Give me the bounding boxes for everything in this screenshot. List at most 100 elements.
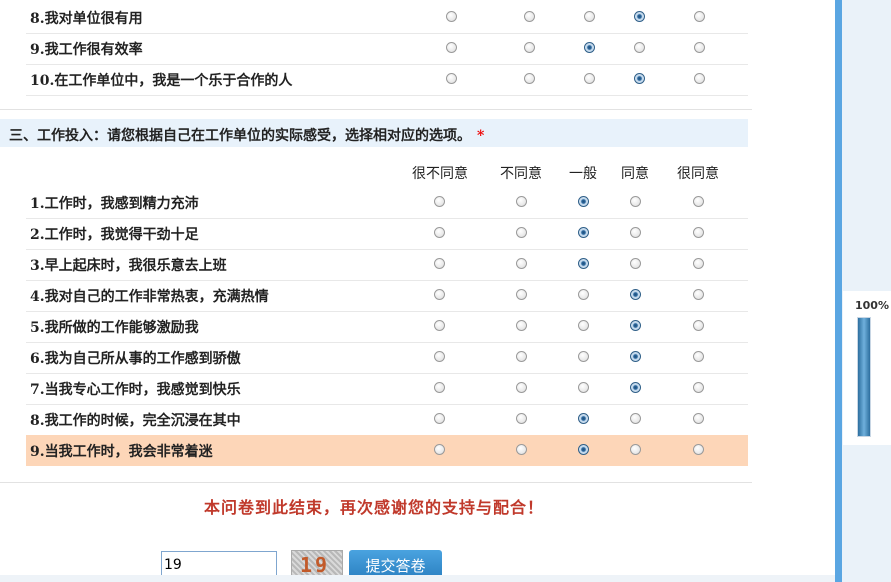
answer-radio[interactable] (516, 258, 527, 269)
answer-radio[interactable] (434, 444, 445, 455)
answer-radio[interactable] (630, 351, 641, 362)
section-divider (0, 109, 752, 110)
answer-radio[interactable] (578, 227, 589, 238)
answer-radio[interactable] (434, 258, 445, 269)
progress-bar-fill (858, 318, 870, 436)
question-label: 8.我对单位很有用 (30, 11, 143, 27)
answer-radio[interactable] (434, 382, 445, 393)
answer-radio[interactable] (524, 42, 535, 53)
question-row: 5.我所做的工作能够激励我 (26, 311, 748, 343)
question-label: 6.我为自己所从事的工作感到骄傲 (30, 351, 241, 367)
answer-radio[interactable] (630, 320, 641, 331)
answer-radio[interactable] (693, 413, 704, 424)
question-row: 3.早上起床时，我很乐意去上班 (26, 249, 748, 281)
answer-radio[interactable] (578, 413, 589, 424)
answer-radio[interactable] (578, 382, 589, 393)
answer-radio[interactable] (584, 73, 595, 84)
answer-radio[interactable] (434, 227, 445, 238)
answer-radio[interactable] (584, 42, 595, 53)
answer-radio[interactable] (516, 444, 527, 455)
section-header: 三、工作投入：请您根据自己在工作单位的实际感受，选择相对应的选项。 * (0, 119, 748, 147)
question-label: 8.我工作的时候，完全沉浸在其中 (30, 413, 241, 429)
answer-radio[interactable] (694, 11, 705, 22)
question-label: 9.我工作很有效率 (30, 42, 143, 58)
answer-radio[interactable] (434, 289, 445, 300)
answer-radio[interactable] (693, 258, 704, 269)
answer-radio[interactable] (446, 73, 457, 84)
answer-radio[interactable] (630, 196, 641, 207)
answer-radio[interactable] (516, 227, 527, 238)
answer-radio[interactable] (693, 289, 704, 300)
answer-radio[interactable] (516, 196, 527, 207)
answer-radio[interactable] (446, 42, 457, 53)
question-label: 10.在工作单位中，我是一个乐于合作的人 (30, 73, 293, 89)
question-label: 2.工作时，我觉得干劲十足 (30, 227, 199, 243)
sidebar-accent-bar (835, 0, 842, 582)
question-label: 3.早上起床时，我很乐意去上班 (30, 258, 227, 274)
answer-radio[interactable] (434, 413, 445, 424)
answer-radio[interactable] (516, 351, 527, 362)
answer-radio[interactable] (578, 196, 589, 207)
option-header: 一般 (569, 166, 597, 182)
option-header: 不同意 (500, 166, 542, 182)
answer-radio[interactable] (630, 258, 641, 269)
answer-radio[interactable] (634, 11, 645, 22)
answer-radio[interactable] (630, 413, 641, 424)
question-row: 8.我工作的时候，完全沉浸在其中 (26, 404, 748, 436)
progress-percent: 100% (855, 299, 889, 312)
answer-radio[interactable] (693, 351, 704, 362)
question-row: 1.工作时，我感到精力充沛 (26, 187, 748, 219)
answer-radio[interactable] (516, 413, 527, 424)
required-mark: * (477, 128, 485, 144)
section-divider (0, 482, 752, 483)
captcha-image[interactable]: 19 (291, 550, 343, 578)
answer-radio[interactable] (578, 320, 589, 331)
answer-radio[interactable] (516, 320, 527, 331)
answer-radio[interactable] (693, 196, 704, 207)
bottom-border (0, 575, 836, 582)
answer-radio[interactable] (524, 73, 535, 84)
answer-radio[interactable] (578, 258, 589, 269)
answer-radio[interactable] (693, 320, 704, 331)
question-label: 4.我对自己的工作非常热衷，充满热情 (30, 289, 269, 305)
answer-radio[interactable] (630, 289, 641, 300)
answer-radio[interactable] (630, 227, 641, 238)
answer-radio[interactable] (693, 227, 704, 238)
answer-radio[interactable] (584, 11, 595, 22)
answer-radio[interactable] (694, 73, 705, 84)
question-label: 1.工作时，我感到精力充沛 (30, 196, 199, 212)
answer-radio[interactable] (446, 11, 457, 22)
question-label: 5.我所做的工作能够激励我 (30, 320, 199, 336)
question-label: 7.当我专心工作时，我感觉到快乐 (30, 382, 241, 398)
answer-radio[interactable] (516, 289, 527, 300)
survey-page: 8.我对单位很有用 9.我工作很有效率 10.在工作单位中，我是一个乐于合作的人 三… (0, 0, 836, 582)
answer-radio[interactable] (578, 444, 589, 455)
question-row: 9.当我工作时，我会非常着迷 (26, 435, 748, 466)
question-row: 6.我为自己所从事的工作感到骄傲 (26, 342, 748, 374)
answer-radio[interactable] (578, 289, 589, 300)
section-title: 三、工作投入：请您根据自己在工作单位的实际感受，选择相对应的选项。 * (9, 128, 485, 144)
answer-radio[interactable] (630, 382, 641, 393)
answer-radio[interactable] (434, 196, 445, 207)
answer-radio[interactable] (694, 42, 705, 53)
option-header: 很不同意 (412, 166, 468, 182)
answer-radio[interactable] (693, 444, 704, 455)
answer-radio[interactable] (634, 73, 645, 84)
question-row: 4.我对自己的工作非常热衷，充满热情 (26, 280, 748, 312)
progress-panel: 100% (843, 291, 891, 445)
answer-radio[interactable] (693, 382, 704, 393)
question-label: 9.当我工作时，我会非常着迷 (30, 444, 213, 460)
answer-radio[interactable] (634, 42, 645, 53)
answer-radio[interactable] (516, 382, 527, 393)
question-row: 2.工作时，我觉得干劲十足 (26, 218, 748, 250)
option-header: 同意 (621, 166, 649, 182)
question-row: 10.在工作单位中，我是一个乐于合作的人 (26, 64, 748, 96)
question-row: 7.当我专心工作时，我感觉到快乐 (26, 373, 748, 405)
question-row: 8.我对单位很有用 (26, 2, 748, 34)
answer-radio[interactable] (434, 320, 445, 331)
answer-radio[interactable] (578, 351, 589, 362)
answer-radio[interactable] (434, 351, 445, 362)
option-header: 很同意 (677, 166, 719, 182)
answer-radio[interactable] (630, 444, 641, 455)
answer-radio[interactable] (524, 11, 535, 22)
